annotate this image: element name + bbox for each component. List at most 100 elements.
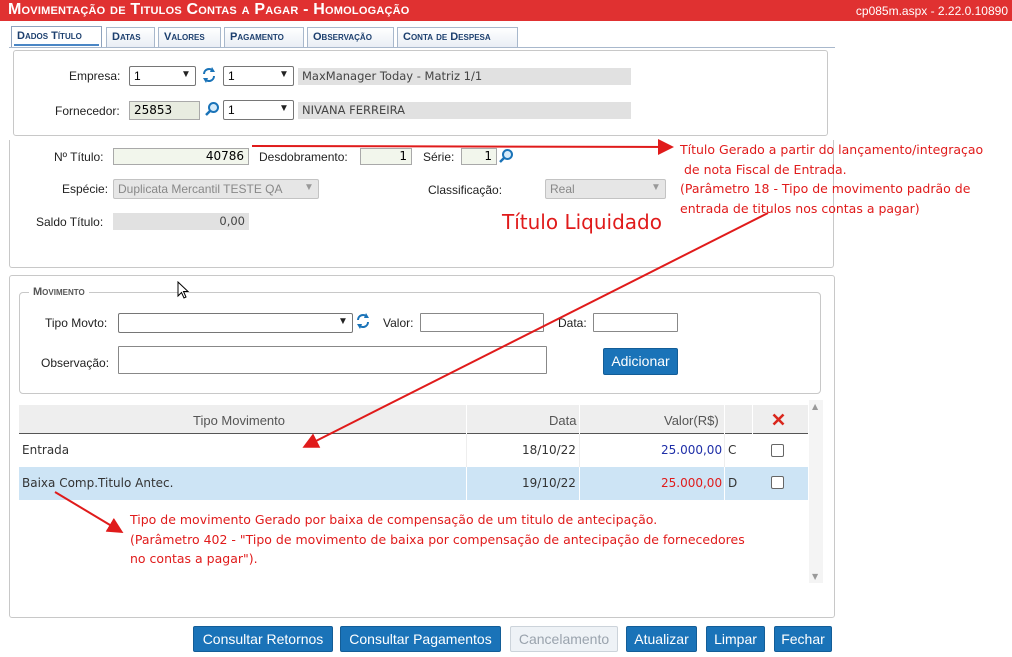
annotation-note-2: Tipo de movimento Gerado por baixa de co… (130, 510, 745, 569)
chevron-down-icon: ▼ (338, 316, 348, 327)
refresh-icon[interactable] (355, 312, 371, 330)
movimento-fieldset (19, 292, 821, 394)
empresa-filial-select[interactable]: 1 ▼ (223, 66, 294, 86)
search-icon[interactable] (204, 101, 220, 117)
fornecedor-code-input[interactable]: 25853 (129, 101, 200, 120)
saldo-titulo-label: Saldo Título: (36, 215, 104, 229)
annotation-note-1-line: Título Gerado a partir do lançamento/int… (680, 142, 984, 157)
cell-tipo: Entrada (22, 443, 70, 457)
valor-input[interactable] (420, 313, 544, 332)
annotation-note-2-line: Tipo de movimento Gerado por baixa de co… (130, 512, 658, 527)
chevron-down-icon: ▼ (304, 182, 314, 193)
cell-data: 19/10/22 (522, 476, 576, 490)
especie-select: Duplicata Mercantil TESTE QA ▼ (113, 179, 319, 199)
col-data[interactable]: Data (549, 413, 576, 428)
tab-dados-titulo[interactable]: Dados Título (11, 26, 102, 47)
observacao-label: Observação: (41, 356, 110, 370)
fornecedor-filial-value: 1 (228, 103, 235, 117)
limpar-button[interactable]: Limpar (706, 626, 765, 652)
annotation-note-1: Título Gerado a partir do lançamento/int… (680, 140, 983, 218)
desdobramento-field: 1 (360, 148, 412, 165)
grid-header: Tipo Movimento Data Valor(R$) (19, 405, 808, 434)
search-icon[interactable] (498, 148, 514, 164)
annotation-note-1-line: (Parâmetro 18 - Tipo de movimento padrão… (680, 181, 971, 196)
title-bar: Movimentação de Titulos Contas a Pagar -… (0, 0, 1012, 21)
cell-valor: 25.000,00 (661, 476, 723, 490)
delete-x-icon[interactable] (772, 413, 785, 426)
table-row[interactable]: Baixa Comp.Titulo Antec. 19/10/22 25.000… (19, 467, 808, 500)
annotation-note-2-line: no contas a pagar"). (130, 551, 258, 566)
header-panel (13, 50, 828, 136)
tab-pagamento[interactable]: Pagamento (224, 27, 304, 47)
consultar-retornos-button[interactable]: Consultar Retornos (193, 626, 333, 652)
tipo-movto-select[interactable]: ▼ (118, 313, 353, 333)
column-divider (579, 405, 580, 434)
desdobramento-label: Desdobramento: (259, 150, 348, 164)
mouse-cursor-icon (177, 281, 190, 299)
grid-scrollbar[interactable]: ▲ ▼ (809, 400, 823, 583)
tab-conta-de-despesa[interactable]: Conta de Despesa (397, 27, 518, 47)
cancelamento-button: Cancelamento (510, 626, 618, 652)
column-divider (466, 434, 467, 467)
fornecedor-label: Fornecedor: (55, 104, 120, 118)
col-valor[interactable]: Valor(R$) (664, 413, 719, 428)
consultar-pagamentos-button[interactable]: Consultar Pagamentos (340, 626, 501, 652)
movimento-legend: Movimento (29, 286, 89, 298)
chevron-down-icon: ▼ (181, 69, 191, 80)
data-input[interactable] (593, 313, 678, 332)
fornecedor-filial-select[interactable]: 1 ▼ (223, 100, 294, 120)
adicionar-button[interactable]: Adicionar (603, 348, 678, 375)
serie-label: Série: (423, 150, 455, 164)
classificacao-select: Real ▼ (545, 179, 666, 199)
cell-tipo: Baixa Comp.Titulo Antec. (22, 476, 174, 490)
refresh-icon[interactable] (201, 66, 217, 84)
cell-data: 18/10/22 (522, 443, 576, 457)
especie-value: Duplicata Mercantil TESTE QA (118, 182, 283, 196)
table-row[interactable]: Entrada 18/10/22 25.000,00 C (19, 434, 808, 467)
column-divider (579, 434, 580, 467)
row-select-checkbox[interactable] (771, 444, 784, 457)
titulo-status: Título Liquidado (502, 210, 662, 234)
fornecedor-name-field: NIVANA FERREIRA (298, 102, 631, 119)
observacao-textarea[interactable] (118, 346, 547, 374)
cell-dc: D (728, 476, 738, 490)
scroll-down-icon[interactable]: ▼ (812, 572, 818, 581)
window-title: Movimentação de Titulos Contas a Pagar -… (8, 1, 410, 18)
empresa-select[interactable]: 1 ▼ (129, 66, 196, 86)
column-divider (724, 467, 725, 500)
tab-divider (9, 47, 835, 48)
atualizar-button[interactable]: Atualizar (626, 626, 697, 652)
chevron-down-icon: ▼ (651, 182, 661, 193)
saldo-titulo-field: 0,00 (113, 213, 249, 230)
row-select-checkbox[interactable] (771, 476, 784, 489)
chevron-down-icon: ▼ (279, 69, 289, 80)
tab-observacao[interactable]: Observação (307, 27, 394, 47)
numero-titulo-field: 40786 (113, 148, 249, 165)
scroll-up-icon[interactable]: ▲ (812, 402, 818, 411)
cell-dc: C (728, 443, 737, 457)
tipo-movto-label: Tipo Movto: (45, 316, 108, 330)
tab-valores[interactable]: Valores (158, 27, 221, 47)
column-divider (724, 405, 725, 434)
annotation-note-1-line: de nota Fiscal de Entrada. (684, 161, 847, 177)
classificacao-label: Classificação: (428, 183, 503, 197)
column-divider (466, 405, 467, 434)
especie-label: Espécie: (62, 182, 109, 196)
column-divider (724, 434, 725, 467)
chevron-down-icon: ▼ (279, 103, 289, 114)
annotation-note-2-line: (Parâmetro 402 - "Tipo de movimento de b… (130, 531, 745, 547)
classificacao-value: Real (550, 182, 575, 196)
tab-datas[interactable]: Datas (106, 27, 155, 47)
empresa-select-value: 1 (134, 69, 141, 83)
version-label: cp085m.aspx - 2.22.0.10890 (855, 4, 1008, 18)
column-divider (466, 467, 467, 500)
col-tipo-movimento[interactable]: Tipo Movimento (193, 413, 285, 428)
annotation-note-1-line: entrada de titulos nos contas a pagar) (680, 200, 920, 216)
empresa-filial-value: 1 (228, 69, 235, 83)
column-divider (579, 467, 580, 500)
valor-label: Valor: (383, 316, 414, 330)
data-label: Data: (558, 316, 587, 330)
numero-titulo-label: Nº Título: (54, 150, 104, 164)
fechar-button[interactable]: Fechar (774, 626, 832, 652)
cell-valor: 25.000,00 (661, 443, 723, 457)
